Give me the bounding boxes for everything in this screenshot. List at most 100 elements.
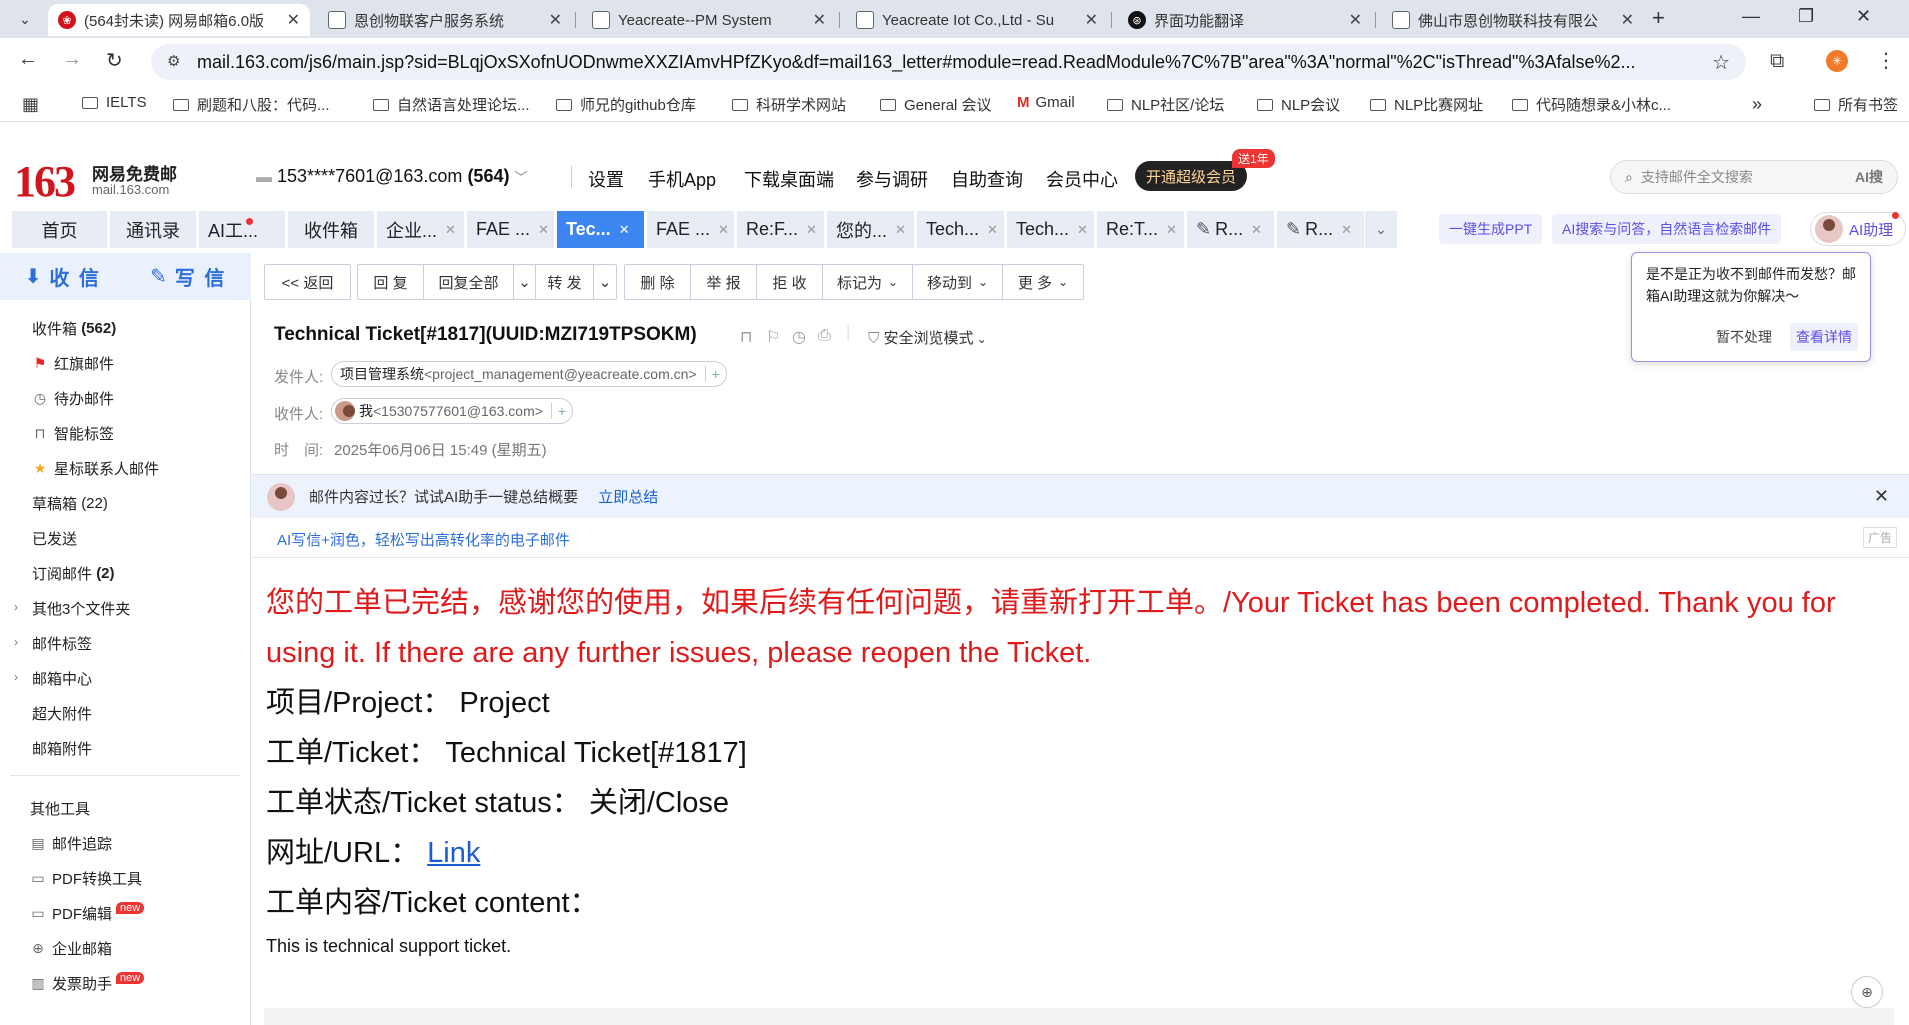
extensions-puzzle-icon[interactable]: ⧉	[1770, 50, 1784, 73]
bookmark-item[interactable]: NLP会议	[1257, 94, 1340, 115]
nav-mobile-app[interactable]: 手机App	[648, 166, 716, 192]
sidebar-item-subscriptions[interactable]: 订阅邮件 (2)	[32, 563, 115, 584]
sidebar-item-smart-tag[interactable]: ⊓ 智能标签	[32, 423, 114, 444]
site-settings-icon[interactable]: ⚙	[167, 52, 180, 70]
url-omnibox[interactable]: ⚙ mail.163.com/js6/main.jsp?sid=BLqjOxSX…	[151, 44, 1746, 80]
nav-self-service[interactable]: 自助查询	[951, 166, 1023, 192]
sidebar-item-pdf-convert[interactable]: ▭ PDF转换工具	[30, 868, 142, 889]
url-text[interactable]: mail.163.com/js6/main.jsp?sid=BLqjOxSXof…	[197, 52, 1697, 73]
sidebar-item-enterprise[interactable]: ⊕ 企业邮箱	[30, 938, 112, 959]
close-tab-icon[interactable]: ✕	[806, 222, 817, 238]
minimize-icon[interactable]: —	[1742, 6, 1760, 27]
tab-mail-7[interactable]: Tech... ✕	[917, 211, 1004, 248]
bookmark-item[interactable]: 科研学术网站	[732, 94, 846, 115]
vip-button[interactable]: 开通超级会员	[1135, 161, 1247, 191]
tab-contacts[interactable]: 通讯录	[110, 211, 196, 248]
logo-163[interactable]: 163	[14, 156, 76, 207]
ai-search-qa-button[interactable]: AI搜索与问答，自然语言检索邮件	[1552, 214, 1782, 244]
sidebar-item-large-attachments[interactable]: 超大附件	[32, 703, 92, 724]
ticket-link[interactable]: Link	[427, 837, 480, 869]
sidebar-item-drafts[interactable]: 草稿箱 (22)	[32, 493, 108, 514]
nav-desktop-download[interactable]: 下载桌面端	[744, 166, 834, 192]
browser-tab-2[interactable]: 恩创物联客户服务系统 ✕	[318, 4, 572, 36]
tab-mail-8[interactable]: Tech... ✕	[1007, 211, 1094, 248]
add-contact-plus-icon[interactable]: +	[550, 403, 566, 419]
nav-member-center[interactable]: 会员中心	[1046, 166, 1118, 192]
bookmark-star-icon[interactable]: ☆	[1712, 50, 1730, 75]
bookmark-outline-icon[interactable]: ⊓	[740, 327, 752, 347]
summarize-now-link[interactable]: 立即总结	[598, 486, 658, 507]
sender-chip[interactable]: 项目管理系统 <project_management@yeacreate.com…	[331, 361, 727, 387]
tab-mail-2[interactable]: FAE ... ✕	[467, 211, 554, 248]
bookmark-item[interactable]: NLP社区/论坛	[1107, 94, 1224, 115]
printer-icon[interactable]: ⎙	[818, 327, 831, 345]
tab-mail-4[interactable]: FAE ... ✕	[647, 211, 734, 248]
tab-home[interactable]: 首页	[12, 211, 107, 248]
close-tab-icon[interactable]: ✕	[1341, 222, 1352, 238]
sidebar-item-mail-center[interactable]: 邮箱中心	[32, 668, 92, 689]
tab-ai-tools[interactable]: AI工...	[199, 211, 285, 248]
ignore-button[interactable]: 暂不处理	[1716, 326, 1772, 348]
ad-link[interactable]: AI写信+润色，轻松写出高转化率的电子邮件	[277, 529, 570, 550]
nav-survey[interactable]: 参与调研	[856, 166, 928, 192]
new-tab-plus-icon[interactable]: +	[1652, 5, 1665, 31]
chevron-right-icon[interactable]: ›	[14, 635, 18, 649]
sidebar-item-mail-attachments[interactable]: 邮箱附件	[32, 738, 92, 759]
close-tab-icon[interactable]: ✕	[718, 222, 729, 238]
reply-all-button[interactable]: 回复全部	[424, 265, 514, 299]
recipient-chip[interactable]: 我 <15307577601@163.com> +	[331, 398, 574, 424]
browser-tab-6[interactable]: 佛山市恩创物联科技有限公 ✕	[1382, 4, 1644, 36]
tab-mail-1[interactable]: 企业... ✕	[377, 211, 464, 248]
sidebar-item-flagged[interactable]: ⚑ 红旗邮件	[32, 353, 114, 374]
tab-mail-6[interactable]: 您的... ✕	[827, 211, 914, 248]
tab-draft-1[interactable]: ✎ R... ✕	[1187, 211, 1274, 248]
report-button[interactable]: 举 报	[691, 265, 757, 299]
bookmark-item[interactable]: M Gmail	[1017, 94, 1075, 111]
move-to-dropdown[interactable]: 移动到 ⌄	[913, 265, 1003, 299]
close-window-icon[interactable]: ✕	[1856, 6, 1871, 27]
close-tab-icon[interactable]: ✕	[1166, 222, 1177, 238]
browser-tab-3[interactable]: Yeacreate--PM System ✕	[582, 4, 836, 36]
restore-window-icon[interactable]: ❐	[1798, 6, 1814, 27]
sidebar-item-sent[interactable]: 已发送	[32, 528, 77, 549]
clock-icon[interactable]: ◷	[792, 327, 806, 347]
sidebar-item-star-contacts[interactable]: ★ 星标联系人邮件	[32, 458, 159, 479]
sidebar-item-pdf-edit[interactable]: ▭ PDF编辑 new	[30, 901, 145, 924]
bookmark-item[interactable]: NLP比赛网址	[1370, 94, 1483, 115]
all-bookmarks[interactable]: 所有书签	[1814, 94, 1898, 115]
receive-button[interactable]: ⬇ 收 信	[0, 253, 126, 300]
close-tab-icon[interactable]: ✕	[895, 222, 906, 238]
delete-button[interactable]: 删 除	[625, 265, 691, 299]
sidebar-item-inbox[interactable]: 收件箱 (562)	[32, 318, 116, 339]
bookmark-item[interactable]: 师兄的github仓库	[556, 94, 696, 115]
tab-current-mail[interactable]: Tec... ✕	[557, 211, 644, 248]
bookmark-item[interactable]: IELTS	[82, 94, 147, 111]
more-tabs-chevron-icon[interactable]: ⌄	[1365, 211, 1397, 248]
tab-mail-5[interactable]: Re:F... ✕	[737, 211, 824, 248]
browser-tab-mail[interactable]: ❀ (564封未读) 网易邮箱6.0版 ✕	[48, 4, 310, 36]
sidebar-item-todo[interactable]: ◷ 待办邮件	[32, 388, 114, 409]
mark-as-dropdown[interactable]: 标记为 ⌄	[823, 265, 913, 299]
sidebar-item-other-folders[interactable]: 其他3个文件夹	[32, 598, 130, 619]
close-tab-icon[interactable]: ✕	[445, 222, 456, 238]
browser-tab-5[interactable]: ⊛ 界面功能翻译 ✕	[1118, 4, 1372, 36]
close-tab-icon[interactable]: ✕	[1621, 10, 1634, 30]
close-tab-icon[interactable]: ✕	[549, 10, 562, 30]
view-details-button[interactable]: 查看详情	[1790, 323, 1858, 351]
back-button[interactable]: << 返回	[264, 264, 351, 300]
ai-ppt-button[interactable]: 一键生成PPT	[1439, 214, 1543, 244]
chevron-right-icon[interactable]: ›	[14, 600, 18, 614]
close-tab-icon[interactable]: ✕	[987, 222, 998, 238]
more-dropdown[interactable]: 更 多 ⌄	[1003, 265, 1083, 299]
bookmark-item[interactable]: 自然语言处理论坛...	[373, 94, 530, 115]
tab-draft-2[interactable]: ✎ R... ✕	[1277, 211, 1364, 248]
tab-inbox[interactable]: 收件箱	[288, 211, 374, 248]
apps-grid-icon[interactable]: ▦	[22, 94, 39, 115]
reply-all-dropdown-chevron-icon[interactable]: ⌄	[514, 265, 536, 299]
reply-button[interactable]: 回 复	[358, 265, 424, 299]
close-tab-icon[interactable]: ✕	[1085, 10, 1098, 30]
bookmark-item[interactable]: General 会议	[880, 94, 992, 115]
profile-avatar-icon[interactable]: ✳	[1826, 50, 1848, 72]
forward-button[interactable]: 转 发	[536, 265, 594, 299]
close-tab-icon[interactable]: ✕	[619, 222, 630, 238]
